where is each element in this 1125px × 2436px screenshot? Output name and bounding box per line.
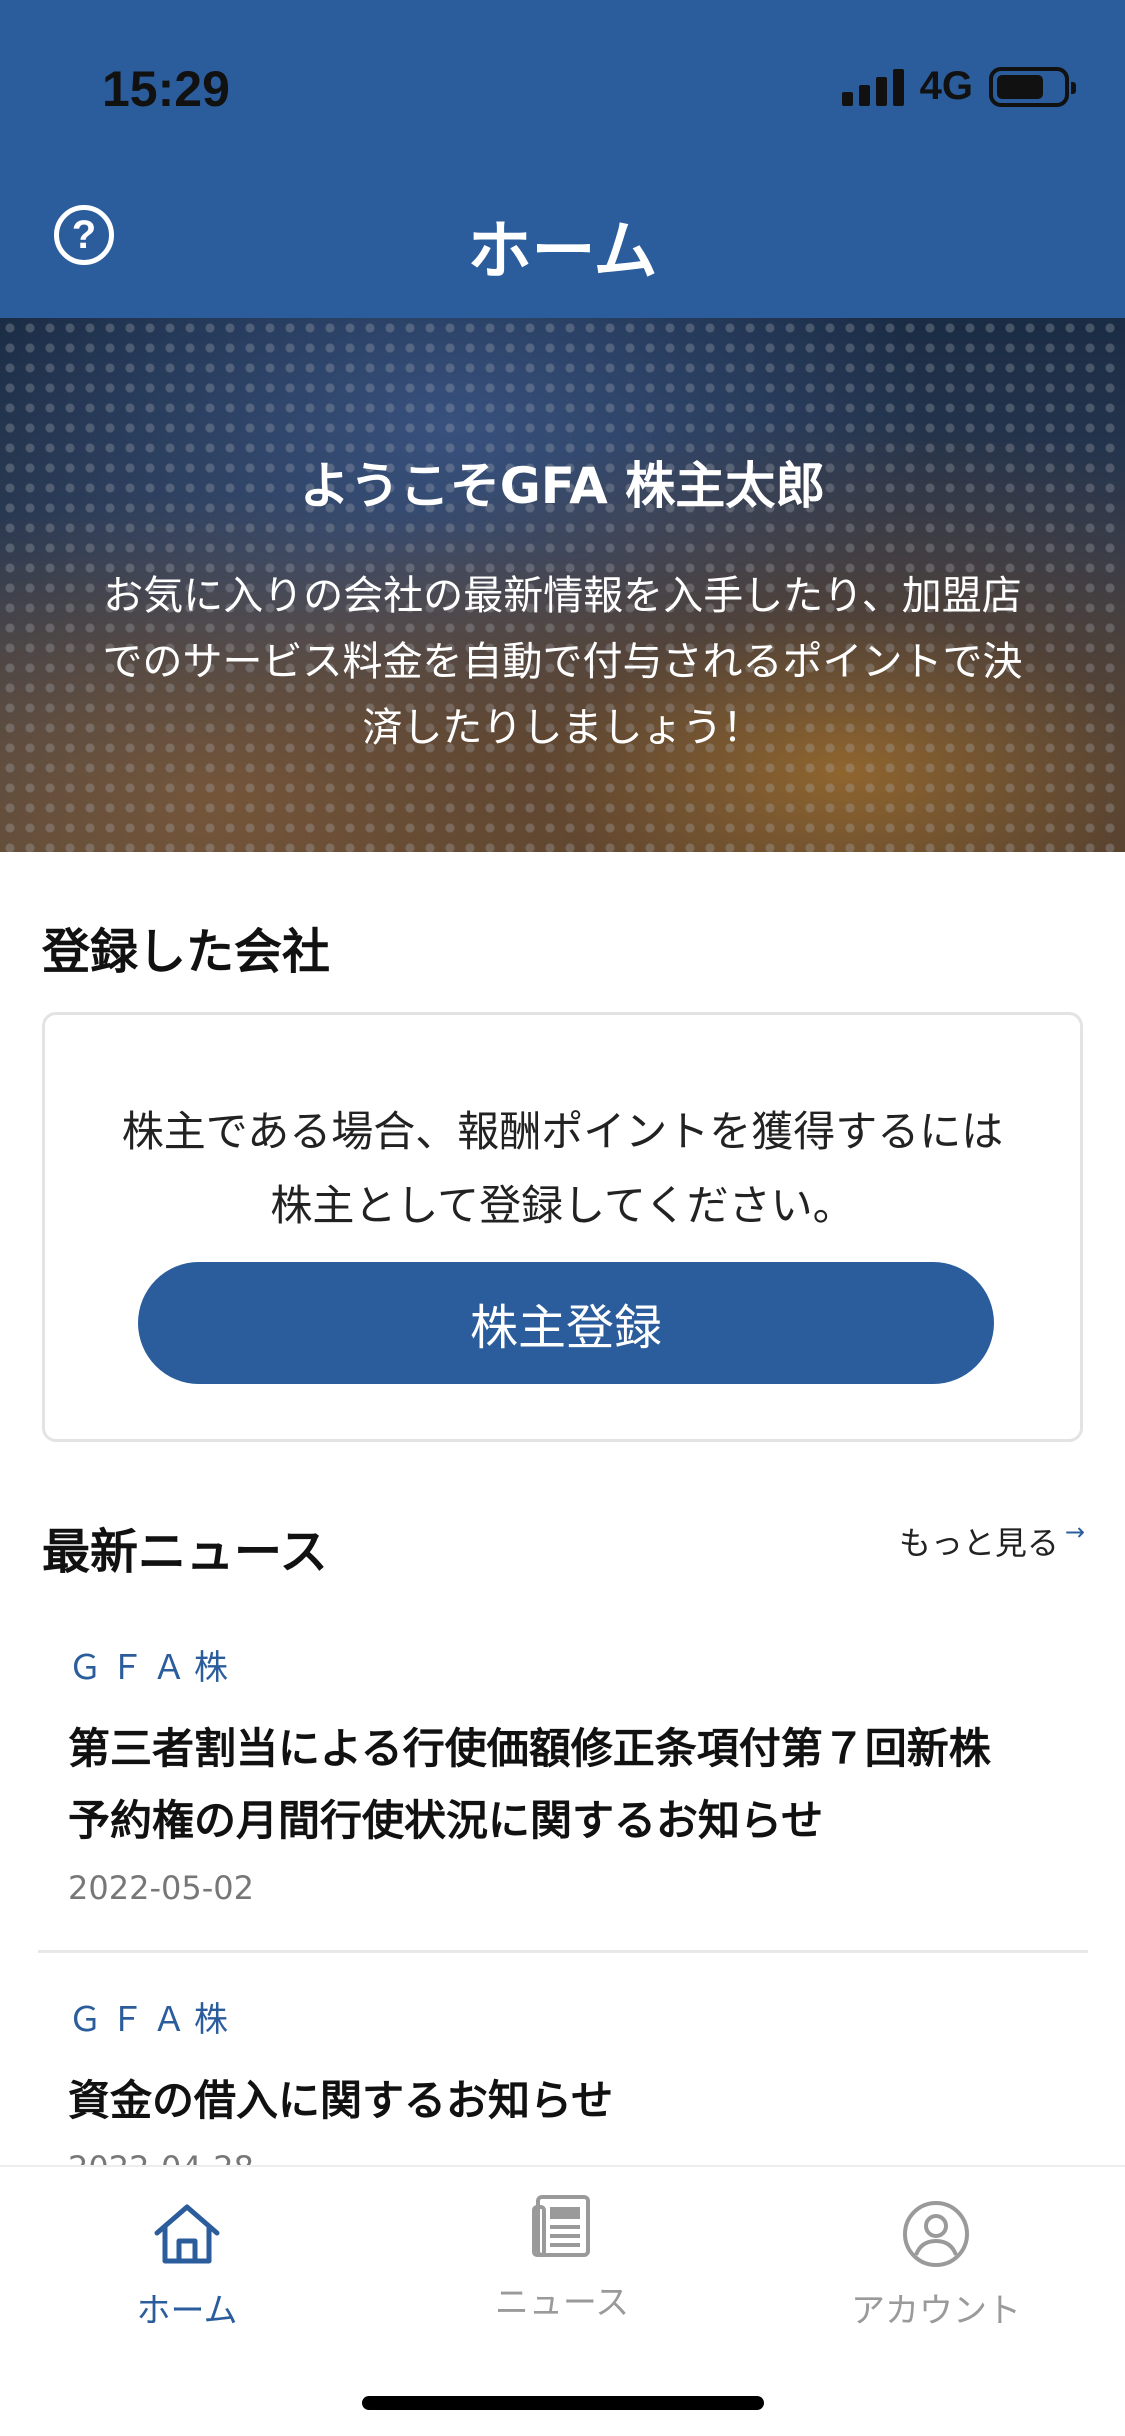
latest-news-title: 最新ニュース xyxy=(42,1524,328,1580)
shareholder-register-button[interactable]: 株主登録 xyxy=(138,1262,994,1384)
page-title: ホーム xyxy=(467,215,658,289)
header-bar: 15:29 4G ? ホーム xyxy=(0,0,1125,318)
welcome-message: お気に入りの会社の最新情報を入手したり、加盟店 でのサービス料金を自動で付与され… xyxy=(102,573,1023,751)
newspaper-icon xyxy=(432,2189,692,2263)
tab-home[interactable]: ホーム xyxy=(57,2197,317,2332)
tab-news[interactable]: ニュース xyxy=(432,2189,692,2324)
news-item[interactable]: ＧＦＡ株 第三者割当による行使価額修正条項付第７回新株 予約権の月間行使状況に関… xyxy=(68,1640,1085,1907)
welcome-banner: ようこそGFA 株主太郎 お気に入りの会社の最新情報を入手したり、加盟店 でのサ… xyxy=(0,318,1125,852)
see-more-link[interactable]: もっと見る → xyxy=(899,1518,1085,1564)
home-indicator[interactable] xyxy=(362,2396,764,2410)
arrow-right-icon: → xyxy=(1064,1518,1085,1546)
news-item[interactable]: ＧＦＡ株 資金の借入に関するお知らせ 2022-04-28 xyxy=(68,1992,1085,2187)
welcome-title: ようこそGFA 株主太郎 xyxy=(299,457,826,515)
network-type: 4G xyxy=(919,64,973,108)
shareholder-registration-card: 株主である場合、報酬ポイントを獲得するには 株主として登録してください。 株主登… xyxy=(42,1012,1083,1442)
cellular-signal-icon xyxy=(841,68,904,106)
home-icon xyxy=(57,2197,317,2271)
news-source: ＧＦＡ株 xyxy=(68,2000,236,2040)
news-title: 資金の借入に関するお知らせ xyxy=(68,2076,614,2125)
status-time: 15:29 xyxy=(102,61,230,117)
user-circle-icon xyxy=(806,2197,1066,2271)
news-source: ＧＦＡ株 xyxy=(68,1648,236,1688)
registration-message: 株主である場合、報酬ポイントを獲得するには 株主として登録してください。 xyxy=(121,1107,1004,1230)
tab-label: ホーム xyxy=(136,2291,238,2331)
registered-companies-title: 登録した会社 xyxy=(42,924,331,980)
divider xyxy=(38,1950,1088,1953)
battery-icon xyxy=(989,66,1076,107)
tab-account[interactable]: アカウント xyxy=(806,2197,1066,2332)
tab-label: アカウント xyxy=(851,2291,1021,2331)
status-indicators: 4G xyxy=(841,64,1076,109)
news-title: 第三者割当による行使価額修正条項付第７回新株 予約権の月間行使状況に関するお知ら… xyxy=(68,1724,991,1845)
tab-label: ニュース xyxy=(494,2283,630,2323)
news-date: 2022-05-02 xyxy=(68,1869,254,1907)
